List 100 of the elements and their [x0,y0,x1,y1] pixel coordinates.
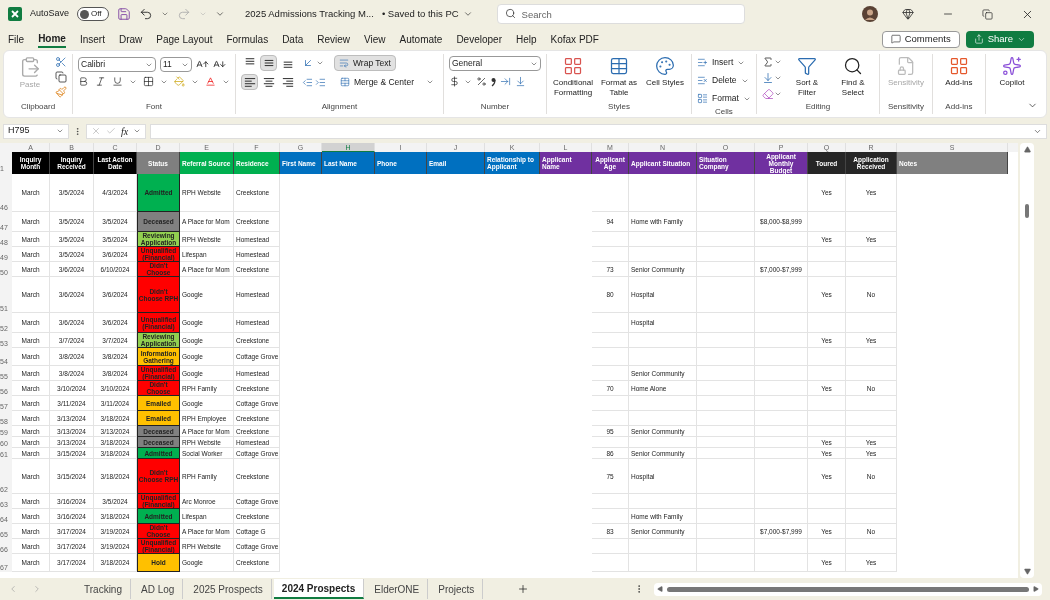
menu-tab[interactable]: Help [515,30,537,48]
increase-decimal-icon[interactable] [500,76,511,87]
currency-icon[interactable] [449,76,460,87]
table-cell [697,448,755,459]
increase-indent-icon[interactable] [315,76,326,88]
middle-align-button[interactable] [260,55,277,71]
group-label: Cells [715,106,733,118]
sheet-tab[interactable]: Projects [430,579,484,599]
font-size-field[interactable]: 11 [160,57,192,72]
menu-tab[interactable]: Data [282,30,304,48]
editing-button[interactable]: Sort & Filter [785,54,828,98]
menu-tab[interactable]: View [364,30,386,48]
share-button[interactable]: Share [965,30,1034,48]
copy-icon[interactable] [55,71,67,83]
cells-button[interactable]: Delete [697,73,751,88]
table-cell [846,411,897,426]
restore-icon[interactable] [982,8,993,20]
sheet-tab[interactable]: 2024 Prospects [273,579,365,599]
cut-icon[interactable] [55,56,67,68]
format-painter-icon[interactable] [55,86,67,98]
styles-button[interactable]: Cell Styles [644,54,686,88]
font-color-icon[interactable] [205,76,216,87]
sheet-tab[interactable]: 2025 Prospects [185,579,272,599]
save-icon[interactable] [117,7,132,21]
cells-button[interactable]: Format [697,91,751,106]
vertical-scrollbar[interactable] [1020,143,1034,578]
table-cell [755,396,808,411]
table-cell [808,348,846,366]
underline-icon[interactable] [112,76,123,87]
left-align-button[interactable] [241,74,258,90]
menu-tab[interactable]: Kofax PDF [550,30,599,48]
comment-icon [890,34,901,44]
sheet-tab[interactable]: Tracking [76,579,131,599]
search-field[interactable]: Search [496,4,745,24]
table-cell [808,262,846,277]
table-cell [755,381,808,396]
horizontal-scrollbar[interactable] [654,582,1042,596]
align-right-icon [281,76,294,88]
table-cell [846,426,897,437]
percent-icon[interactable] [476,76,487,87]
menu-tab[interactable]: Page Layout [156,30,213,48]
decrease-indent-icon[interactable] [302,76,313,88]
italic-icon[interactable] [95,76,106,87]
table-cell [592,313,629,333]
save-status[interactable]: • Saved to this PC [381,6,473,22]
table-cell [592,333,629,348]
orientation-icon[interactable] [302,57,314,69]
autosave-toggle[interactable]: Off [77,7,110,21]
table-cell [629,437,697,448]
fill-color-icon[interactable] [174,76,185,87]
wrap-text-button[interactable]: Wrap Text [334,55,396,71]
merge-center-button[interactable]: Merge & Center [336,74,438,90]
insert-function-button[interactable]: fx [121,123,129,139]
formula-field[interactable] [150,123,1047,139]
decrease-decimal-icon[interactable] [515,76,526,87]
fill-icon[interactable] [761,72,774,84]
menu-tab[interactable]: Automate [399,30,443,48]
copilot-button[interactable]: Copilot [990,54,1033,88]
menu-tab[interactable]: Home [38,30,66,48]
table-cell [592,411,629,426]
menu-tab[interactable]: Review [317,30,351,48]
cells-button[interactable]: Insert [697,55,751,70]
undo-icon[interactable] [139,7,154,21]
grid-icon [948,56,969,76]
table-cell [629,348,697,366]
menu-tab[interactable]: Developer [456,30,502,48]
sheet-tab[interactable]: ElderONE [366,579,429,599]
paste-icon [19,56,41,78]
table-cell [592,554,629,572]
table-cell [846,509,897,524]
table-cell [808,247,846,262]
borders-icon[interactable] [143,76,154,87]
sheet-tab[interactable]: AD Log [133,579,184,599]
caret-icon[interactable] [161,10,170,18]
editing-button[interactable]: Find & Select [831,54,874,98]
caret-icon [56,127,64,135]
avatar-icon[interactable] [862,6,878,22]
table-cell [697,174,755,212]
menu-tab[interactable]: Draw [118,30,143,48]
more-icon[interactable] [73,126,82,136]
font-family-field[interactable]: Calibri [78,57,156,72]
comma-icon[interactable] [491,76,496,87]
name-box[interactable]: H795 [3,123,69,139]
diamond-icon[interactable] [902,8,914,20]
bold-icon[interactable] [78,76,89,87]
number-format-field[interactable]: General [449,56,541,71]
table-cell [846,262,897,277]
add-sheet-icon[interactable] [517,583,530,595]
comments-button[interactable]: Comments [881,30,960,48]
menu-tab[interactable]: Insert [79,30,105,48]
customize-icon[interactable] [215,9,226,19]
styles-button[interactable]: Conditional Formatting [552,54,594,98]
sum-icon[interactable] [761,56,774,68]
menu-tab[interactable]: File [8,30,25,48]
table-cell [697,381,755,396]
add-ins-button[interactable]: Add-ins [937,54,980,88]
table-cell [697,212,755,232]
menu-tab[interactable]: Formulas [226,30,269,48]
eraser-icon[interactable] [761,88,774,100]
styles-button[interactable]: Format as Table [598,54,640,98]
